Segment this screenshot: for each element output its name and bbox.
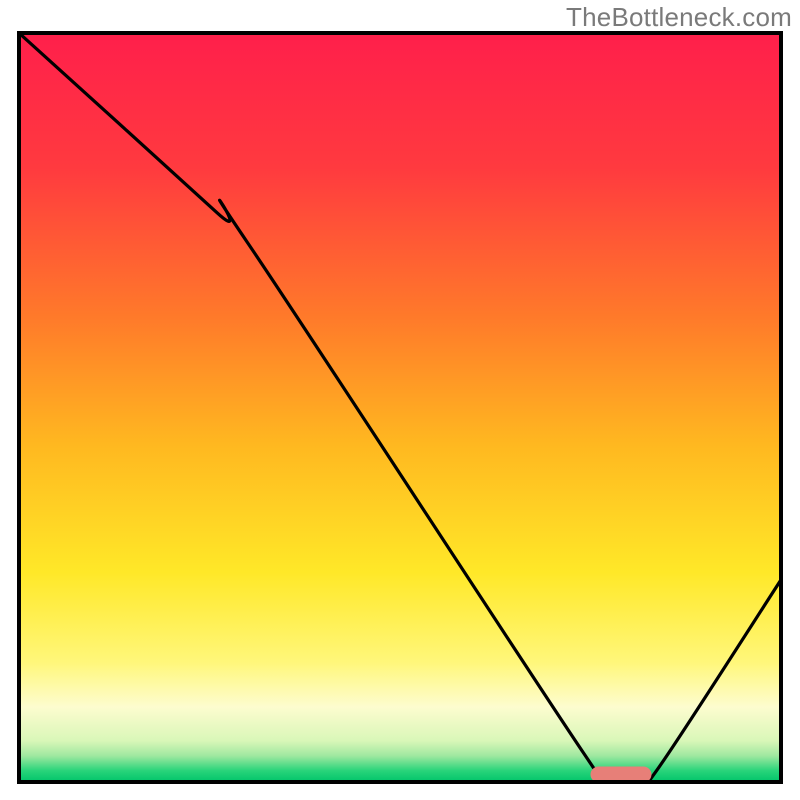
chart-background: [19, 33, 781, 782]
chart-stage: TheBottleneck.com: [0, 0, 800, 800]
bottleneck-chart: [0, 0, 800, 800]
